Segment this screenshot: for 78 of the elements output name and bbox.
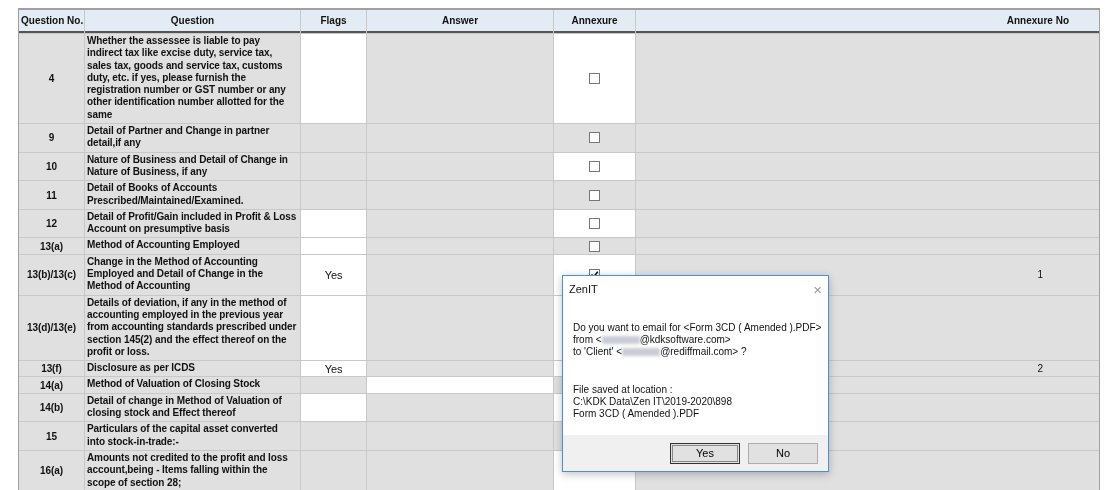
question-number: 13(b)/13(c) <box>19 254 84 295</box>
message-line: to 'Client' < @rediffmail.com> ? <box>573 346 748 358</box>
flags-cell[interactable]: Yes <box>301 361 366 377</box>
location-line: File saved at location : <box>573 384 674 396</box>
answer-cell[interactable] <box>367 377 553 393</box>
question-number: 13(f) <box>19 361 84 377</box>
flags-cell[interactable] <box>301 152 366 181</box>
answer-cell[interactable] <box>367 450 553 490</box>
flags-cell[interactable] <box>301 377 366 393</box>
flags-cell[interactable] <box>301 209 366 238</box>
question-text: Detail of Partner and Change in partner detail,if any <box>85 124 300 152</box>
question-text: Particulars of the capital asset converted into stock-in-trade:- <box>85 422 300 450</box>
question-text: Detail of Profit/Gain included in Profit & Loss Account on presumptive basis <box>85 209 300 238</box>
flags-cell[interactable] <box>301 181 366 209</box>
flags-cell[interactable] <box>301 34 366 124</box>
question-number: 14(a) <box>19 377 84 393</box>
answer-cell[interactable] <box>367 124 553 152</box>
message-line: from < @kdksoftware.com> <box>573 334 732 346</box>
annexure-cell[interactable] <box>554 181 635 209</box>
annexure-checkbox[interactable] <box>589 160 600 172</box>
question-number: 12 <box>19 209 84 238</box>
annexure-checkbox[interactable] <box>589 132 600 144</box>
location-line: C:\KDK Data\Zen IT\2019-2020\898 <box>573 396 733 408</box>
question-number: 9 <box>19 124 84 152</box>
question-text: Method of Accounting Employed <box>85 238 300 254</box>
question-number: 10 <box>19 152 84 181</box>
flags-cell[interactable] <box>301 124 366 152</box>
question-number: 15 <box>19 422 84 450</box>
column-header[interactable]: Answer <box>367 10 553 33</box>
question-number: 13(a) <box>19 238 84 254</box>
column-header[interactable]: Annexure No <box>636 10 1099 33</box>
flags-cell[interactable] <box>301 238 366 254</box>
question-text: Method of Valuation of Closing Stock <box>85 377 300 393</box>
answer-cell[interactable] <box>367 181 553 209</box>
question-text: Detail of Books of Accounts Prescribed/Maintained/Examined. <box>85 181 300 209</box>
dialog-button[interactable]: Yes <box>670 442 740 464</box>
flags-cell[interactable] <box>301 450 366 490</box>
question-text: Details of deviation, if any in the method of accounting employed in the previous year from accounting standards prescribed under section 145(2) and the effect thereof on the profit or loss. <box>85 295 300 361</box>
question-text: Whether the assessee is liable to pay indirect tax like excise duty, service tax, sales tax, goods and service tax, customs duty, etc. if yes, please furnish the registration number or GST number or any other identification number allotted for the same <box>85 34 300 124</box>
answer-cell[interactable] <box>367 209 553 238</box>
column-header[interactable]: Flags <box>301 10 366 33</box>
answer-cell[interactable] <box>367 361 553 377</box>
answer-cell[interactable] <box>367 34 553 124</box>
annexure-cell[interactable] <box>554 238 635 254</box>
location-line: Form 3CD ( Amended ).PDF <box>573 408 701 420</box>
annexure-cell[interactable] <box>554 124 635 152</box>
answer-cell[interactable] <box>367 422 553 450</box>
question-number: 4 <box>19 34 84 124</box>
annexure-checkbox[interactable] <box>589 73 600 85</box>
question-text: Nature of Business and Detail of Change in Nature of Business, if any <box>85 152 300 181</box>
flags-cell[interactable] <box>301 393 366 422</box>
flags-cell[interactable]: Yes <box>301 254 366 295</box>
question-text: Detail of change in Method of Valuation of closing stock and Effect thereof <box>85 393 300 422</box>
column-header[interactable]: Annexure <box>554 10 635 33</box>
question-text: Amounts not credited to the profit and loss account,being - Items falling within the scope of section 28; <box>85 450 300 490</box>
dialog-title: ZenIT <box>569 283 598 295</box>
answer-cell[interactable] <box>367 393 553 422</box>
column-header[interactable]: Question <box>85 10 300 33</box>
dialog-button[interactable]: No <box>748 442 818 464</box>
question-number: 16(a) <box>19 450 84 490</box>
question-number: 13(d)/13(e) <box>19 295 84 361</box>
flags-cell[interactable] <box>301 422 366 450</box>
question-number: 14(b) <box>19 393 84 422</box>
answer-cell[interactable] <box>367 295 553 361</box>
answer-cell[interactable] <box>367 238 553 254</box>
answer-cell[interactable] <box>367 254 553 295</box>
question-text: Change in the Method of Accounting Employed and Detail of Change in the Method of Accounting <box>85 254 300 295</box>
answer-cell[interactable] <box>367 152 553 181</box>
question-text: Disclosure as per ICDS <box>85 361 300 377</box>
flags-cell[interactable] <box>301 295 366 361</box>
annexure-cell[interactable] <box>554 34 635 124</box>
annexure-cell[interactable] <box>554 209 635 238</box>
annexure-checkbox[interactable] <box>589 240 600 252</box>
annexure-checkbox[interactable] <box>589 218 600 230</box>
annexure-cell[interactable] <box>554 152 635 181</box>
annexure-checkbox[interactable] <box>589 189 600 201</box>
question-number: 11 <box>19 181 84 209</box>
column-header[interactable]: Question No. <box>19 10 84 33</box>
